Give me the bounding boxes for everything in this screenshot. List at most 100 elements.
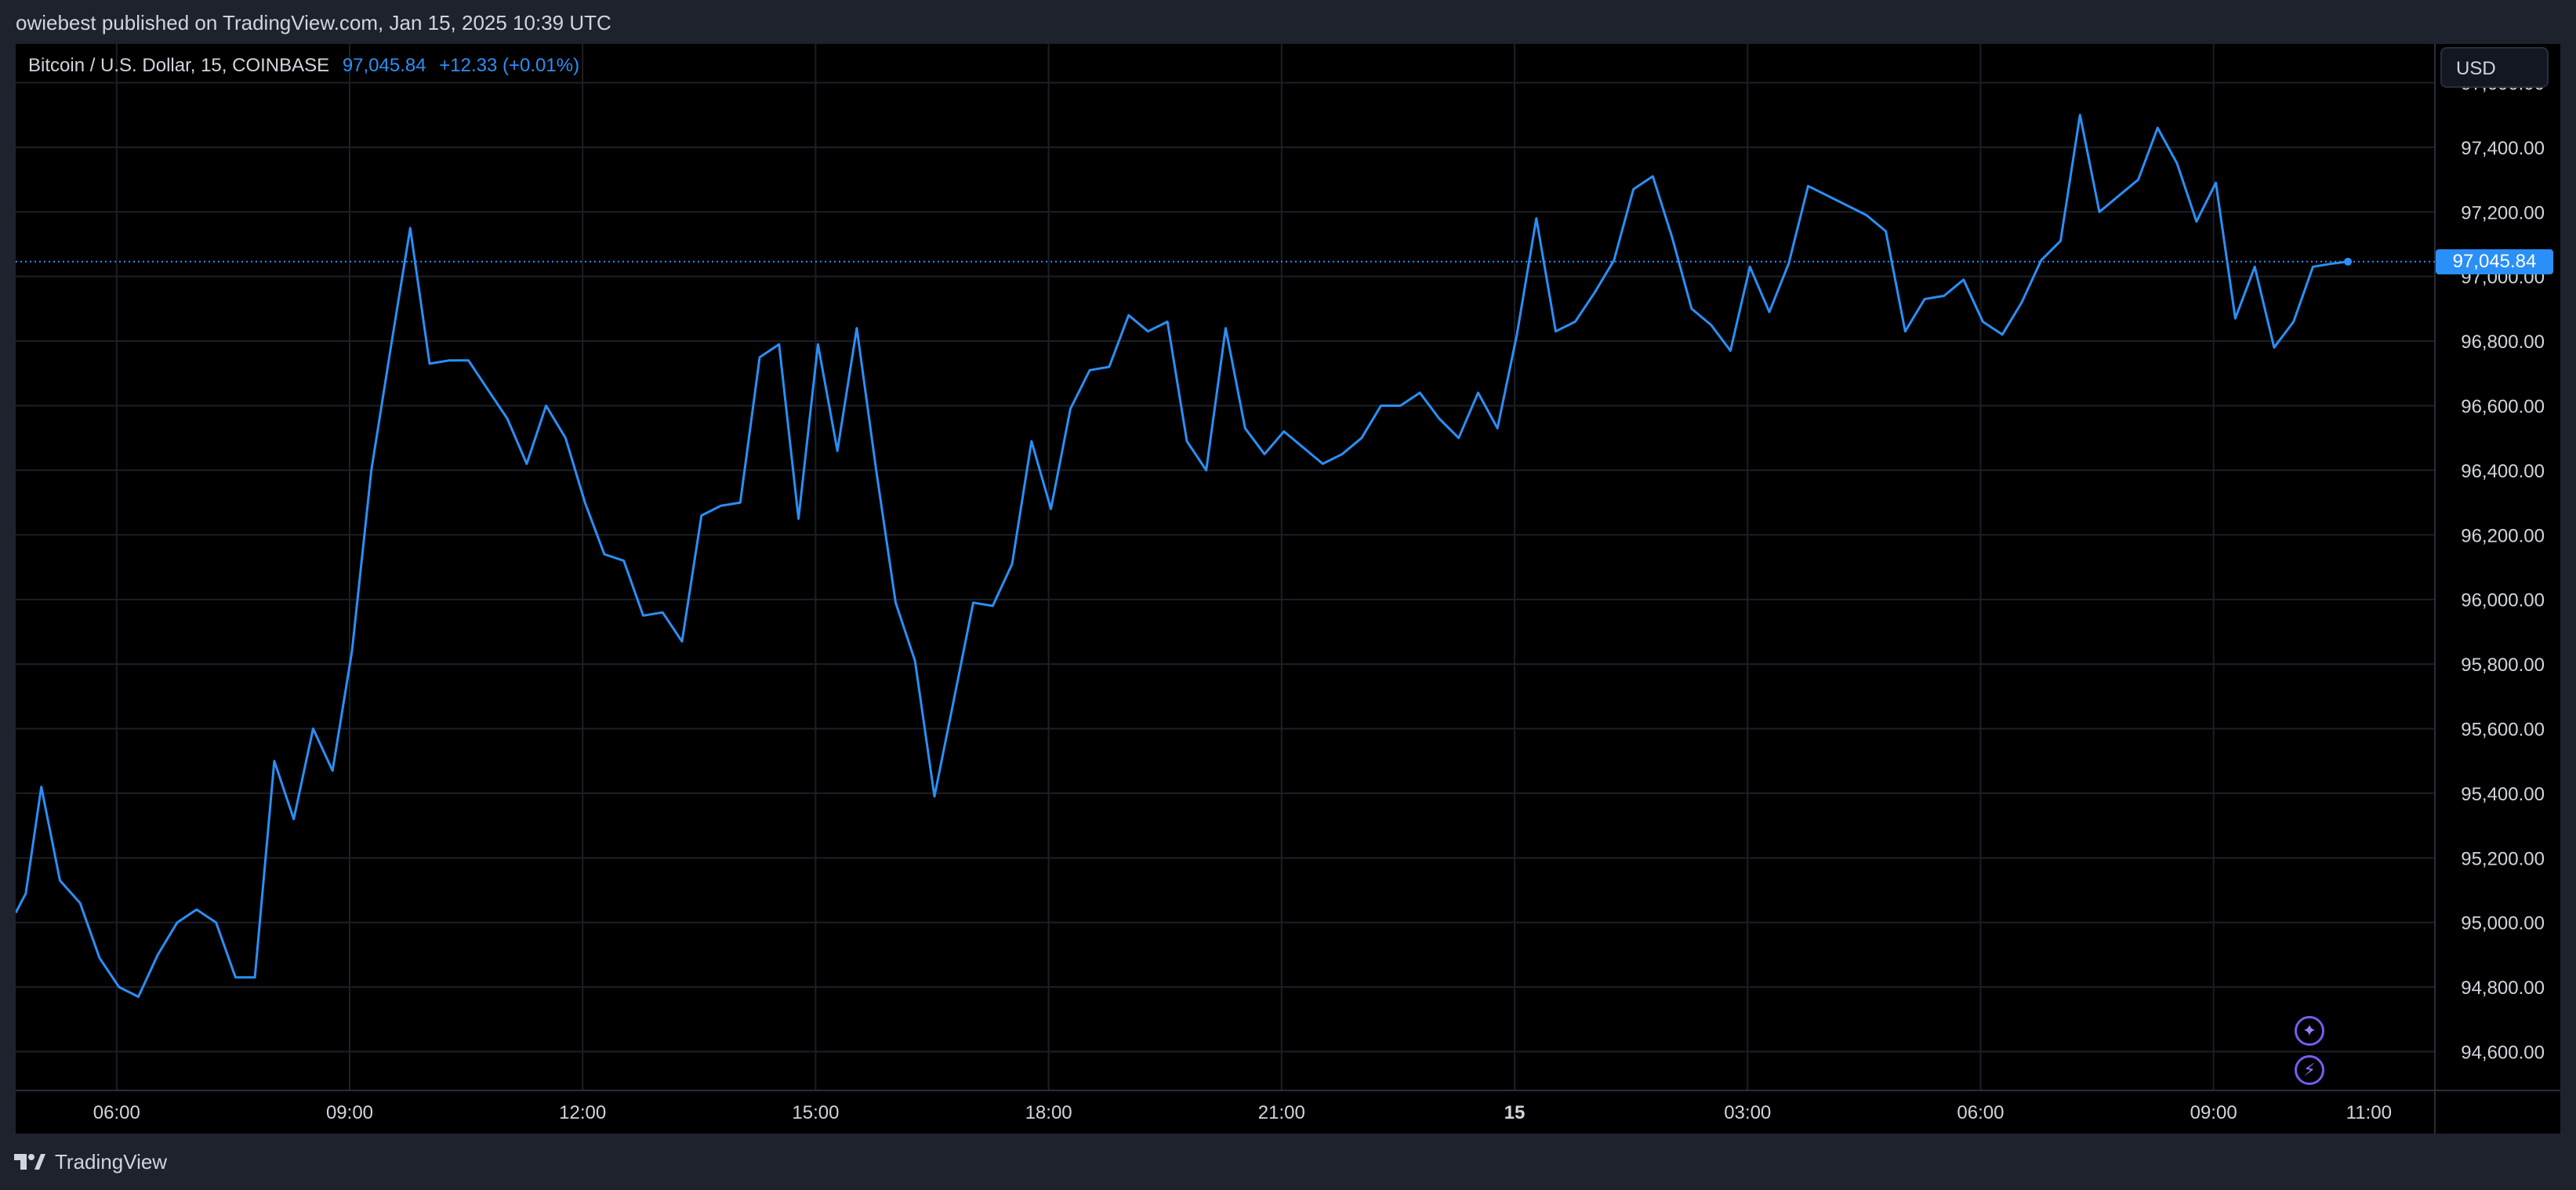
price-point [59,880,60,881]
price-point [2118,194,2120,196]
y-tick-label: 97,200.00 [2461,202,2545,223]
price-point [1341,453,1343,455]
x-tick-label: 06:00 [93,1102,140,1123]
x-tick-label: 18:00 [1025,1102,1072,1123]
price-point [1361,437,1362,438]
price-point [292,818,294,820]
legend-price: 97,045.84 [342,55,426,76]
price-point [1788,263,1790,264]
price-point [1322,463,1323,464]
currency-button[interactable]: USD [2440,47,2549,88]
price-point [2041,259,2042,261]
y-tick-label: 94,800.00 [2461,978,2545,999]
price-point [40,785,42,787]
sparkle-icon[interactable]: ✦ [2295,1016,2324,1046]
price-point [817,343,818,345]
price-point [448,360,450,361]
price-point [2059,240,2061,241]
price-point [1380,405,1381,406]
price-point [234,977,236,978]
price-chart[interactable]: 94,600.00 94,800.00 95,000.00 95,200.00 95,4… [16,44,2560,1134]
price-point [99,957,100,959]
header-bar: owiebest published on TradingView.com, J… [0,0,2576,44]
y-tick-label: 96,800.00 [2461,332,2545,353]
symbol-label: Bitcoin / U.S. Dollar, 15, COINBASE [28,55,330,76]
price-point [2157,127,2158,129]
price-point [2099,211,2100,212]
price-point [1885,230,1886,232]
price-line-series [16,114,2349,998]
price-point [1031,441,1032,442]
price-point [1671,237,1673,238]
price-point [118,986,120,988]
price-point [662,611,663,613]
price-point [1866,214,1867,216]
price-point [25,892,27,894]
price-point [487,389,488,390]
price-point [1962,279,1964,281]
price-point [1613,259,1615,261]
price-point [1011,563,1013,564]
x-tick-label: 03:00 [1724,1102,1771,1123]
price-point [1536,217,1537,219]
price-point [1632,188,1634,190]
price-point [1555,331,1556,332]
price-point [1982,321,1983,322]
price-point [1089,369,1090,371]
tradingview-logo[interactable]: TradingView [14,1146,167,1177]
price-point [1594,292,1595,293]
price-point [1399,405,1401,406]
x-tick-label: 09:00 [326,1102,373,1123]
price-point [215,922,216,923]
price-point [545,405,546,406]
price-point [1749,266,1751,267]
price-point [1516,334,1518,336]
price-point [1302,447,1304,448]
price-point [371,470,372,471]
x-tick-label: 09:00 [2190,1102,2237,1123]
price-point [1729,350,1731,351]
price-point [467,360,469,361]
price-point [1206,470,1207,471]
price-point [681,640,683,642]
footer: TradingView [0,1134,2576,1190]
price-point [2021,301,2023,303]
y-tick-label: 95,600.00 [2461,720,2545,741]
price-point [1710,324,1711,325]
price-point [1419,392,1420,394]
y-tick-label: 96,400.00 [2461,461,2545,482]
chart-frame[interactable]: 94,600.00 94,800.00 95,000.00 95,200.00 95,4… [16,44,2560,1134]
lightning-icon[interactable]: ⚡ [2295,1055,2324,1085]
price-point [351,650,353,651]
price-point [390,346,391,348]
price-point [274,760,275,762]
last-point-marker [2344,257,2353,266]
x-tick-label: 15:00 [792,1102,839,1123]
logo-text: TradingView [55,1149,168,1174]
price-point [604,553,605,555]
price-point [1108,366,1110,368]
y-tick-label: 95,000.00 [2461,913,2545,934]
y-tick-label: 96,000.00 [2461,590,2545,611]
price-point [992,605,993,607]
price-point [2176,162,2178,164]
tradingview-logo-icon [14,1154,45,1170]
price-point [1244,427,1246,429]
price-point [778,343,780,345]
price-point [312,727,314,729]
price-point [2137,179,2139,180]
price-point [1846,205,1848,206]
publisher-text: owiebest published on TradingView.com, J… [16,11,611,34]
y-tick-label: 96,600.00 [2461,396,2545,417]
price-point [1186,441,1188,442]
price-point [157,954,158,956]
price-point [1691,308,1693,310]
price-point [953,698,955,700]
price-point [506,418,508,419]
price-point [759,356,760,357]
price-point [720,505,721,506]
last-price-badge: 97,045.84 [2436,249,2553,274]
price-point [2079,114,2081,115]
price-point [2234,317,2236,319]
y-tick-label: 96,200.00 [2461,525,2545,546]
